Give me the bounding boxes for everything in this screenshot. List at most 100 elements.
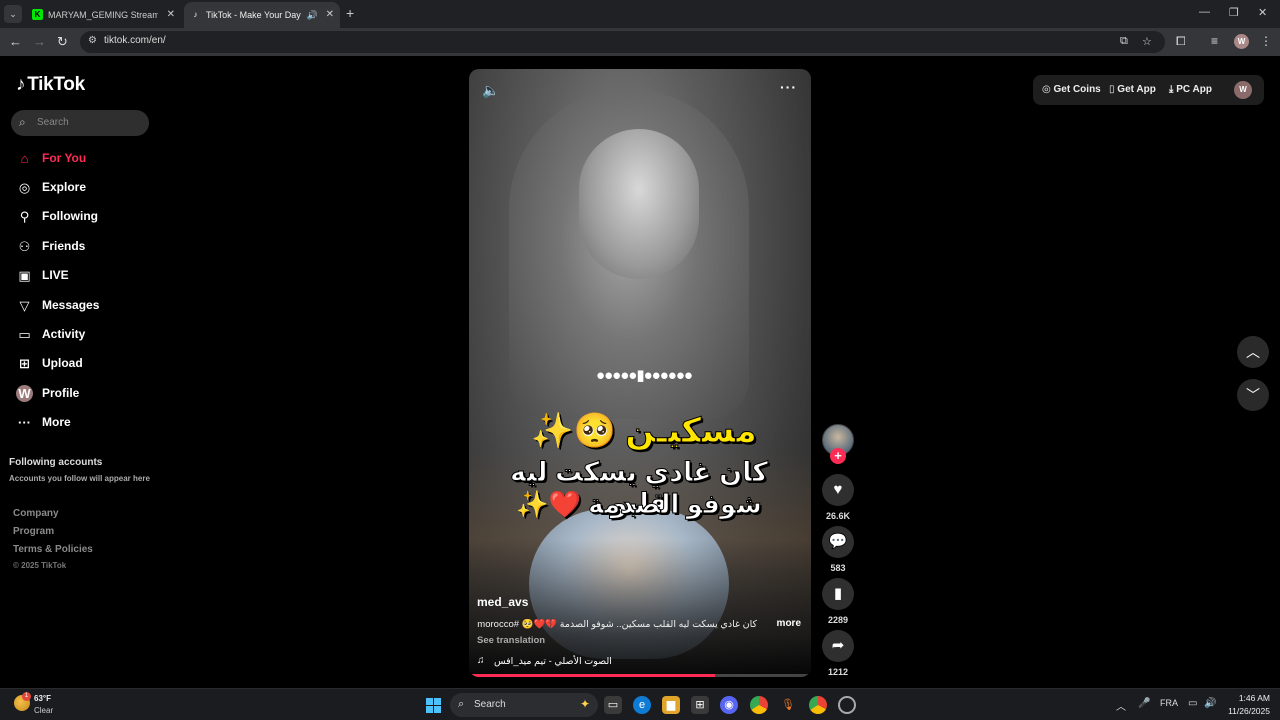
live-icon: ▣: [18, 268, 31, 283]
clock-date[interactable]: 11/26/2025: [1224, 706, 1270, 716]
like-button[interactable]: ♥: [822, 474, 854, 506]
tab-close-icon[interactable]: ✕: [167, 2, 175, 28]
person-check-icon: ⚲: [19, 209, 30, 224]
copilot-sparkle-icon: ✦: [579, 697, 590, 711]
search-box[interactable]: ⌕ Search: [11, 110, 149, 136]
store-icon[interactable]: ⊞: [691, 696, 709, 714]
search-placeholder[interactable]: Search: [37, 117, 69, 128]
forward-button[interactable]: →: [33, 34, 46, 50]
reload-button[interactable]: ↻: [57, 34, 68, 50]
see-translation-link[interactable]: See translation: [477, 635, 545, 646]
video-progress-bar[interactable]: [469, 674, 811, 677]
microphone-app-icon[interactable]: 🎙: [779, 696, 797, 714]
tab-close-icon[interactable]: ✕: [326, 2, 334, 28]
nav-label: Messages: [42, 298, 100, 312]
chevron-up-icon: ︿: [1246, 344, 1260, 360]
share-count: 1212: [827, 667, 849, 677]
taskbar-search-label: Search: [474, 699, 506, 710]
footer-terms-link[interactable]: Terms & Policies: [13, 544, 93, 555]
nav-label: Activity: [42, 327, 86, 341]
close-window-button[interactable]: ✕: [1258, 6, 1267, 19]
nav-label: For You: [42, 151, 87, 165]
volume-icon[interactable]: 🔈: [482, 82, 499, 99]
weather-temp[interactable]: 63°F: [34, 694, 51, 703]
loading-dots: ●●●●●▮●●●●●●: [596, 367, 693, 384]
logo-text: TikTok: [27, 74, 85, 95]
pc-app-label: PC App: [1176, 84, 1212, 95]
file-explorer-icon[interactable]: ▆: [662, 696, 680, 714]
browser-menu-icon[interactable]: ⋮: [1260, 34, 1272, 48]
edge-icon[interactable]: e: [633, 696, 651, 714]
video-music-title[interactable]: الصوت الأصلي - تيم ميد_افس: [494, 656, 612, 667]
tab-search-dropdown[interactable]: ⌄: [4, 5, 22, 23]
network-icon[interactable]: ▭: [1188, 698, 1197, 709]
footer-program-link[interactable]: Program: [13, 526, 54, 537]
comment-icon: 💬: [828, 533, 848, 550]
input-language[interactable]: FRA: [1160, 698, 1178, 708]
browser-profile-avatar[interactable]: W: [1234, 34, 1249, 49]
description-more-button[interactable]: more: [777, 618, 801, 629]
url-text[interactable]: tiktok.com/en/: [104, 35, 166, 46]
tab-tiktok[interactable]: ♪ TikTok - Make Your Day 🔊 ✕: [184, 2, 340, 28]
tiktok-favicon-icon: ♪: [193, 10, 198, 19]
chrome-icon[interactable]: [750, 696, 768, 714]
new-tab-button[interactable]: +: [346, 6, 354, 20]
previous-video-button[interactable]: ︿: [1237, 336, 1269, 368]
video-more-icon[interactable]: ···: [780, 79, 797, 95]
minimize-button[interactable]: —: [1199, 6, 1210, 18]
next-video-button[interactable]: ﹀: [1237, 379, 1269, 411]
discord-icon[interactable]: ◉: [720, 696, 738, 714]
weather-badge: 1: [22, 692, 31, 701]
get-app-button[interactable]: ▯ Get App: [1109, 84, 1156, 95]
windows-start-icon[interactable]: [426, 698, 441, 713]
pc-app-button[interactable]: ⤓ PC App: [1169, 84, 1212, 95]
extensions-icon[interactable]: ⧠: [1176, 34, 1186, 49]
more-icon: ···: [18, 415, 31, 430]
video-player[interactable]: 🔈 ··· ●●●●●▮●●●●●● مسكيـن 🥺✨ كان غادي يس…: [469, 69, 811, 677]
tab-audio-icon[interactable]: 🔊: [307, 2, 318, 28]
tab-media-icon[interactable]: ≡: [1211, 34, 1218, 48]
comment-button[interactable]: 💬: [822, 526, 854, 558]
speaker-icon[interactable]: 🔊: [1204, 698, 1216, 709]
like-count: 26.6K: [825, 511, 851, 521]
home-icon: ⌂: [20, 151, 29, 166]
weather-condition[interactable]: Clear: [34, 706, 53, 715]
phone-icon: ▯: [1109, 84, 1115, 95]
coin-icon: ◎: [1042, 84, 1051, 95]
site-info-icon[interactable]: ⚙: [88, 35, 97, 46]
chevron-down-icon: ﹀: [1246, 387, 1260, 403]
save-button[interactable]: ▮: [822, 578, 854, 610]
user-avatar[interactable]: W: [1234, 81, 1252, 99]
nav-label: More: [42, 415, 71, 429]
chrome-profile-icon[interactable]: [809, 696, 827, 714]
friends-icon: ⚇: [18, 239, 31, 254]
install-app-icon[interactable]: ⧉: [1120, 35, 1128, 48]
tray-mic-icon[interactable]: 🎤: [1138, 698, 1150, 709]
video-description: كان غادي يسكت ليه القلب مسكين.. شوفو الص…: [477, 619, 757, 630]
share-button[interactable]: ➦: [822, 630, 854, 662]
task-view-icon[interactable]: ▭: [604, 696, 622, 714]
plus-box-icon: ⊞: [19, 356, 30, 371]
nav-label: Upload: [42, 356, 83, 370]
tiktok-logo[interactable]: ♪ TikTok: [16, 74, 85, 96]
taskbar-search[interactable]: ⌕ Search ✦: [450, 693, 598, 717]
restore-button[interactable]: ❐: [1229, 6, 1239, 19]
caption-line-1: مسكيـن 🥺✨: [531, 412, 758, 451]
follow-plus-button[interactable]: +: [830, 448, 846, 464]
download-icon: ⤓: [1169, 84, 1174, 95]
search-icon: ⌕: [19, 115, 26, 129]
tray-overflow-chevron-icon[interactable]: ︿: [1116, 698, 1126, 713]
clock-time[interactable]: 1:46 AM: [1236, 693, 1270, 703]
tab-maryam-stream[interactable]: K MARYAM_GEMING Stream - Ki ✕: [26, 2, 181, 28]
bookmark-star-icon[interactable]: ☆: [1142, 35, 1152, 48]
avatar-icon: W: [16, 385, 33, 402]
video-username[interactable]: med_avs: [477, 595, 528, 609]
address-bar[interactable]: ⚙ tiktok.com/en/ ⧉ ☆: [80, 31, 1165, 53]
footer-company-link[interactable]: Company: [13, 508, 59, 519]
get-coins-button[interactable]: ◎ Get Coins: [1042, 84, 1101, 95]
back-button[interactable]: ←: [9, 34, 22, 50]
browser-tab-strip: ⌄ K MARYAM_GEMING Stream - Ki ✕ ♪ TikTok…: [0, 0, 1280, 28]
recorder-app-icon[interactable]: [838, 696, 856, 714]
tiktok-note-icon: ♪: [16, 74, 26, 95]
tab-title: MARYAM_GEMING Stream - Ki: [48, 10, 158, 20]
